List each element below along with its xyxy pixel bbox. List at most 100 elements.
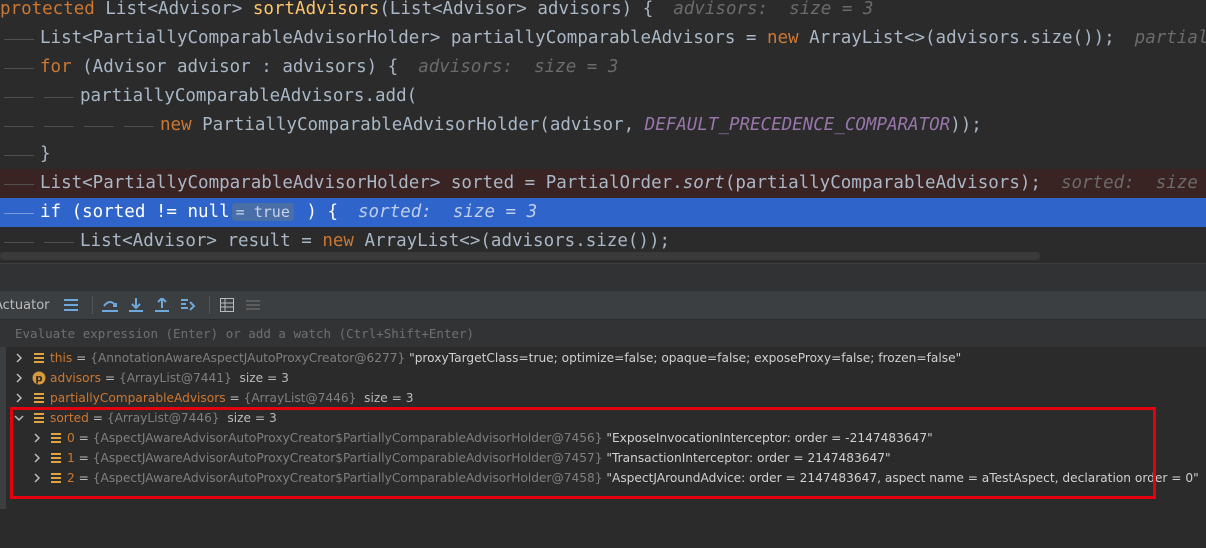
inline-debug-hint: partiallyCom (1134, 28, 1206, 48)
variable-row-this[interactable]: this = {AnnotationAwareAspectJAutoProxyC… (0, 348, 961, 368)
equals-sign: = (88, 411, 107, 425)
variable-name: this (50, 351, 73, 365)
code-line-5[interactable]: new PartiallyComparableAdvisorHolder(adv… (0, 111, 1206, 140)
child-row-1[interactable]: 1 = {AspectJAwareAdvisorAutoProxyCreator… (0, 448, 891, 468)
chevron-right-icon[interactable] (14, 373, 24, 383)
code-text: List<Advisor> result = (80, 231, 323, 251)
parameter-icon: p (32, 371, 46, 385)
code-line-7[interactable]: List<PartiallyComparableAdvisorHolder> s… (0, 169, 1206, 198)
variable-row-sorted[interactable]: sorted = {ArrayList@7446} size = 3 (0, 408, 277, 428)
keyword: new (766, 28, 799, 48)
code-line-4[interactable]: partiallyComparableAdvisors.add( (0, 82, 1206, 111)
step-over-icon[interactable] (99, 294, 121, 316)
element-type: {AspectJAwareAdvisorAutoProxyCreator$Par… (92, 431, 603, 445)
element-index: 0 (67, 431, 75, 445)
inline-value-badge: = true (231, 203, 294, 221)
element-type: {AspectJAwareAdvisorAutoProxyCreator$Par… (92, 471, 603, 485)
code-text: List<PartiallyComparableAdvisorHolder> p… (40, 28, 767, 48)
element-index: 2 (67, 471, 75, 485)
chevron-right-icon[interactable] (32, 453, 42, 463)
inline-debug-hint: sorted: size = 3 (358, 202, 538, 222)
chevron-right-icon[interactable] (32, 473, 42, 483)
code-text: (sorted != (61, 202, 188, 222)
toolbar-separator (208, 296, 210, 314)
code-line-6[interactable]: } (0, 140, 1206, 169)
toolbar-tab-label[interactable]: Actuator (0, 298, 50, 313)
menu-icon[interactable] (60, 294, 82, 316)
static-method: sort (682, 173, 725, 193)
keyword: new (322, 231, 354, 251)
child-row-2[interactable]: 2 = {AspectJAwareAdvisorAutoProxyCreator… (0, 468, 1199, 488)
field-icon (34, 393, 44, 403)
field-icon (51, 453, 61, 463)
debug-toolbar: Actuator (0, 291, 1206, 319)
code-line-8-current[interactable]: if (sorted != null = true ) { sorted: size… (0, 198, 1206, 227)
inline-debug-hint: advisors: size = 3 (673, 0, 874, 19)
chevron-right-icon[interactable] (14, 393, 24, 403)
variable-value: size = 3 (219, 411, 277, 425)
variable-type: {ArrayList@7446} (243, 391, 357, 405)
return-type: List<Advisor> (105, 0, 243, 19)
equals-sign: = (225, 391, 244, 405)
debug-panel-header (0, 263, 1206, 292)
watch-input-placeholder[interactable]: Evaluate expression (Enter) or add a wat… (15, 326, 474, 341)
keyword: for (40, 57, 72, 77)
code-text: } (40, 144, 51, 164)
method-name: sortAdvisors (252, 0, 380, 19)
chevron-down-icon[interactable] (14, 413, 24, 423)
element-type: {AspectJAwareAdvisorAutoProxyCreator$Par… (92, 451, 603, 465)
equals-sign: = (74, 451, 93, 465)
code-text: ArrayList<>(advisors.size()); (353, 231, 671, 251)
variable-type: {AnnotationAwareAspectJAutoProxyCreator@… (90, 351, 406, 365)
element-index: 1 (67, 451, 75, 465)
variable-name: partiallyComparableAdvisors (50, 391, 226, 405)
field-icon (34, 353, 44, 363)
watch-expression-bar[interactable]: Evaluate expression (Enter) or add a wat… (0, 319, 1206, 348)
constant: DEFAULT_PRECEDENCE_COMPARATOR (644, 115, 951, 135)
equals-sign: = (100, 371, 119, 385)
run-to-cursor-icon[interactable] (177, 294, 199, 316)
code-text: ) { (295, 202, 339, 222)
keyword: null (187, 202, 230, 222)
method-params: (List<Advisor> advisors) { (379, 0, 654, 19)
code-text: ArrayList<>(advisors.size()); (798, 28, 1115, 48)
variable-row-advisors[interactable]: p advisors = {ArrayList@7441} size = 3 (0, 368, 289, 388)
element-value: "ExposeInvocationInterceptor: order = -2… (602, 431, 933, 445)
equals-sign: = (74, 471, 93, 485)
step-out-icon[interactable] (151, 294, 173, 316)
child-row-0[interactable]: 0 = {AspectJAwareAdvisorAutoProxyCreator… (0, 428, 933, 448)
svg-text:p: p (35, 374, 42, 385)
code-line-2[interactable]: List<PartiallyComparableAdvisorHolder> p… (0, 24, 1206, 53)
chevron-right-icon[interactable] (32, 433, 42, 443)
code-text: )); (950, 115, 982, 135)
variable-value: "proxyTargetClass=true; optimize=false; … (405, 351, 962, 365)
chevron-right-icon[interactable] (14, 353, 24, 363)
field-icon (51, 473, 61, 483)
keyword: new (160, 115, 192, 135)
variable-name: sorted (50, 411, 89, 425)
variable-type: {ArrayList@7446} (106, 411, 220, 425)
horizontal-scrollbar[interactable] (0, 252, 1040, 260)
variable-value: size = 3 (231, 371, 289, 385)
code-editor[interactable]: protected List<Advisor> sortAdvisors(Lis… (0, 0, 1206, 263)
field-icon (51, 433, 61, 443)
element-value: "TransactionInterceptor: order = 2147483… (602, 451, 891, 465)
keyword: protected (0, 0, 95, 19)
element-value: "AspectJAroundAdvice: order = 2147483647… (602, 471, 1199, 485)
code-text: List<PartiallyComparableAdvisorHolder> s… (40, 173, 683, 193)
step-into-icon[interactable] (125, 294, 147, 316)
field-icon (34, 413, 44, 423)
variable-type: {ArrayList@7441} (118, 371, 232, 385)
streams-icon[interactable] (242, 294, 264, 316)
variable-name: advisors (50, 371, 101, 385)
code-text: (partiallyComparableAdvisors); (724, 173, 1041, 193)
code-text: partiallyComparableAdvisors.add( (80, 86, 418, 106)
code-text: (Advisor advisor : advisors) { (71, 57, 399, 77)
keyword: if (40, 202, 62, 222)
code-line-3[interactable]: for (Advisor advisor : advisors) { adviso… (0, 53, 1206, 82)
evaluate-table-icon[interactable] (216, 294, 238, 316)
inline-debug-hint: sorted: size = 3 (1060, 173, 1198, 193)
variable-row-partially-comparable-advisors[interactable]: partiallyComparableAdvisors = {ArrayList… (0, 388, 414, 408)
code-line-1[interactable]: protected List<Advisor> sortAdvisors(Lis… (0, 0, 1206, 24)
inline-debug-hint: advisors: size = 3 (418, 57, 619, 77)
